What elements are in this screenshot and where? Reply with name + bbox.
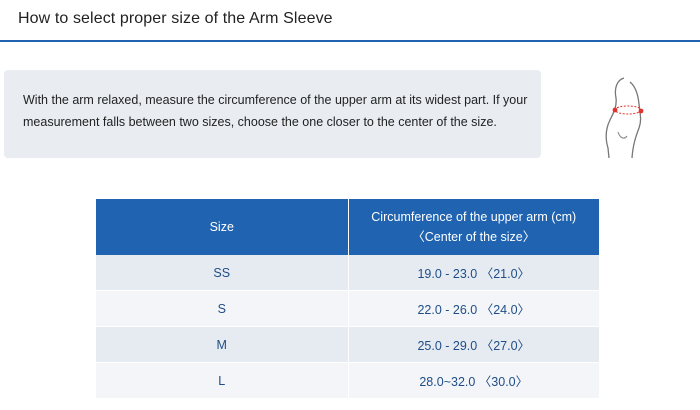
page-title: How to select proper size of the Arm Sle… bbox=[18, 10, 333, 27]
range-cell: 22.0 - 26.0 〈24.0〉 bbox=[348, 290, 599, 327]
size-cell: SS bbox=[96, 255, 349, 291]
size-cell: M bbox=[96, 326, 349, 363]
header-circumference-label: Circumference of the upper arm (cm) bbox=[371, 210, 577, 224]
page-header: How to select proper size of the Arm Sle… bbox=[0, 0, 700, 42]
header-circumference: Circumference of the upper arm (cm) 〈Cen… bbox=[348, 199, 599, 255]
size-cell: L bbox=[96, 362, 349, 399]
range-cell: 25.0 - 29.0 〈27.0〉 bbox=[348, 326, 599, 363]
table-row: M 25.0 - 29.0 〈27.0〉 bbox=[96, 326, 599, 363]
table-header-row: Size Circumference of the upper arm (cm)… bbox=[96, 199, 599, 255]
header-size: Size bbox=[96, 199, 349, 255]
instructions-panel: With the arm relaxed, measure the circum… bbox=[4, 70, 541, 158]
size-cell: S bbox=[96, 290, 349, 327]
table-row: S 22.0 - 26.0 〈24.0〉 bbox=[96, 290, 599, 327]
table-row: L 28.0~32.0 〈30.0〉 bbox=[96, 362, 599, 399]
instructions-text: With the arm relaxed, measure the circum… bbox=[23, 93, 528, 129]
table-row: SS 19.0 - 23.0 〈21.0〉 bbox=[96, 255, 599, 291]
range-cell: 28.0~32.0 〈30.0〉 bbox=[348, 362, 599, 399]
size-table: Size Circumference of the upper arm (cm)… bbox=[96, 199, 599, 399]
range-cell: 19.0 - 23.0 〈21.0〉 bbox=[348, 255, 599, 291]
header-center-label: 〈Center of the size〉 bbox=[412, 230, 536, 244]
arm-measurement-icon bbox=[600, 76, 650, 162]
